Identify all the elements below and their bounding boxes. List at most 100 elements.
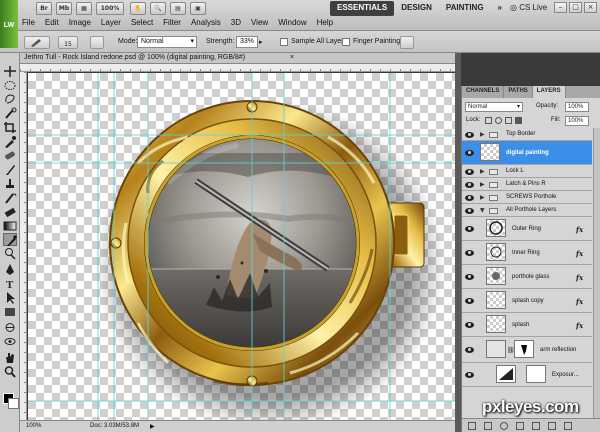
opacity-input[interactable]: 100% xyxy=(565,102,589,112)
menu-view[interactable]: View xyxy=(246,17,273,30)
minimize-button[interactable]: – xyxy=(554,2,567,13)
brush-panel-toggle-icon[interactable] xyxy=(90,36,104,49)
blend-mode-select[interactable]: Normal ▾ xyxy=(465,102,523,112)
finger-painting-checkbox[interactable] xyxy=(342,38,350,46)
layer-inner-ring[interactable]: Inner Ring fx xyxy=(462,241,592,265)
trash-icon[interactable] xyxy=(564,422,572,430)
tool-preset-picker[interactable] xyxy=(24,36,50,49)
3d-rotate-tool-icon[interactable] xyxy=(3,321,17,334)
visibility-eye-icon[interactable] xyxy=(465,372,474,378)
smudge-tool-icon[interactable] xyxy=(3,233,17,246)
dodge-tool-icon[interactable] xyxy=(3,247,17,260)
expand-arrow-icon[interactable]: ▶ xyxy=(480,181,485,188)
gradient-tool-icon[interactable] xyxy=(3,219,17,232)
status-zoom[interactable]: 100% xyxy=(26,423,41,429)
visibility-eye-icon[interactable] xyxy=(465,250,474,256)
layer-outer-ring[interactable]: Outer Ring fx xyxy=(462,217,592,241)
hand-tool-icon[interactable] xyxy=(3,351,17,364)
zoom-tool-button[interactable]: 🔍 xyxy=(150,2,166,15)
status-doc-size[interactable]: Doc: 3.03M/53.8M xyxy=(90,423,139,429)
visibility-eye-icon[interactable] xyxy=(465,298,474,304)
new-layer-icon[interactable] xyxy=(548,422,556,430)
pressure-icon[interactable] xyxy=(400,36,414,49)
vertical-ruler[interactable] xyxy=(20,72,27,420)
hand-tool-button[interactable]: ✋ xyxy=(130,2,146,15)
brush-tool-icon[interactable] xyxy=(3,163,17,176)
layer-effects-icon[interactable]: fx xyxy=(576,297,583,306)
visibility-eye-icon[interactable] xyxy=(465,150,474,156)
strength-slider-icon[interactable]: ▸ xyxy=(259,38,263,46)
arrange-documents-button[interactable]: ▤ xyxy=(170,2,186,15)
fill-input[interactable]: 100% xyxy=(565,116,589,126)
layer-splash-copy[interactable]: splash copy fx xyxy=(462,289,592,313)
menu-filter[interactable]: Filter xyxy=(158,17,186,30)
eraser-tool-icon[interactable] xyxy=(3,205,17,218)
menu-layer[interactable]: Layer xyxy=(96,17,126,30)
background-color-swatch[interactable] xyxy=(8,398,19,409)
cs-live-button[interactable]: ◎ CS Live xyxy=(510,3,547,12)
layer-splash[interactable]: splash fx xyxy=(462,313,592,337)
visibility-eye-icon[interactable] xyxy=(465,182,474,188)
visibility-eye-icon[interactable] xyxy=(465,226,474,232)
quick-selection-tool-icon[interactable] xyxy=(3,107,17,120)
menu-help[interactable]: Help xyxy=(312,17,338,30)
bridge-button[interactable]: Br xyxy=(36,2,52,15)
layer-mask-thumbnail[interactable] xyxy=(526,365,546,383)
close-document-icon[interactable]: × xyxy=(290,54,294,61)
menu-analysis[interactable]: Analysis xyxy=(186,17,226,30)
menu-3d[interactable]: 3D xyxy=(226,17,246,30)
tab-channels[interactable]: CHANNELS xyxy=(462,86,505,98)
menu-window[interactable]: Window xyxy=(273,17,311,30)
lock-image-icon[interactable] xyxy=(495,117,502,124)
layer-top-border[interactable]: ▶ Top Border xyxy=(462,128,592,141)
visibility-eye-icon[interactable] xyxy=(465,274,474,280)
adjustment-layer-icon[interactable] xyxy=(516,422,524,430)
mini-bridge-button[interactable]: Mb xyxy=(56,2,72,15)
layer-arm-reflection[interactable]: ⛓ arm reflection xyxy=(462,337,592,363)
expand-arrow-icon[interactable]: ▶ xyxy=(480,168,485,175)
document-canvas[interactable] xyxy=(28,73,460,420)
lock-transparent-icon[interactable] xyxy=(485,117,492,124)
rectangle-tool-icon[interactable] xyxy=(3,305,17,318)
mode-select[interactable]: Normal ▾ xyxy=(137,36,197,48)
close-button[interactable]: × xyxy=(584,2,597,13)
layer-effects-icon[interactable]: fx xyxy=(576,225,583,234)
lock-all-icon[interactable] xyxy=(515,117,522,124)
zoom-level-button[interactable]: 100% xyxy=(96,2,124,15)
workspace-essentials[interactable]: ESSENTIALS xyxy=(330,1,395,16)
collapse-arrow-icon[interactable]: ▼ xyxy=(480,207,485,214)
menu-select[interactable]: Select xyxy=(126,17,158,30)
add-mask-icon[interactable] xyxy=(500,422,508,430)
layer-effects-icon[interactable]: fx xyxy=(576,249,583,258)
zoom-tool-icon[interactable] xyxy=(3,365,17,378)
visibility-eye-icon[interactable] xyxy=(465,208,474,214)
expand-arrow-icon[interactable]: ▶ xyxy=(480,194,485,201)
layer-effects-icon[interactable]: fx xyxy=(576,321,583,330)
workspace-painting[interactable]: PAINTING xyxy=(439,1,491,16)
type-tool-icon[interactable]: T xyxy=(3,277,17,291)
visibility-eye-icon[interactable] xyxy=(465,195,474,201)
menu-edit[interactable]: Edit xyxy=(40,17,64,30)
move-tool-icon[interactable] xyxy=(3,65,17,78)
layer-digital-painting[interactable]: digital painting xyxy=(462,141,592,165)
visibility-eye-icon[interactable] xyxy=(465,322,474,328)
layer-screws-porthole[interactable]: ▶ SCREWS Porthole xyxy=(462,191,592,204)
workspace-more-icon[interactable]: » xyxy=(491,1,509,16)
pen-tool-icon[interactable] xyxy=(3,263,17,276)
crop-tool-icon[interactable] xyxy=(3,121,17,134)
path-selection-tool-icon[interactable] xyxy=(3,291,17,304)
layer-all-porthole-layers[interactable]: ▼ All Porthole Layers xyxy=(462,204,592,217)
maximize-button[interactable]: □ xyxy=(569,2,582,13)
lock-position-icon[interactable] xyxy=(505,117,512,124)
visibility-eye-icon[interactable] xyxy=(465,347,474,353)
clone-stamp-tool-icon[interactable] xyxy=(3,177,17,190)
visibility-eye-icon[interactable] xyxy=(465,169,474,175)
lasso-tool-icon[interactable] xyxy=(3,93,17,106)
spot-healing-tool-icon[interactable] xyxy=(3,149,17,162)
sample-all-layers-checkbox[interactable] xyxy=(280,38,288,46)
tab-layers[interactable]: LAYERS xyxy=(532,86,566,98)
marquee-tool-icon[interactable] xyxy=(3,79,17,92)
visibility-eye-icon[interactable] xyxy=(465,132,474,138)
layer-porthole-glass[interactable]: porthole glass fx xyxy=(462,265,592,289)
3d-camera-tool-icon[interactable] xyxy=(3,335,17,348)
